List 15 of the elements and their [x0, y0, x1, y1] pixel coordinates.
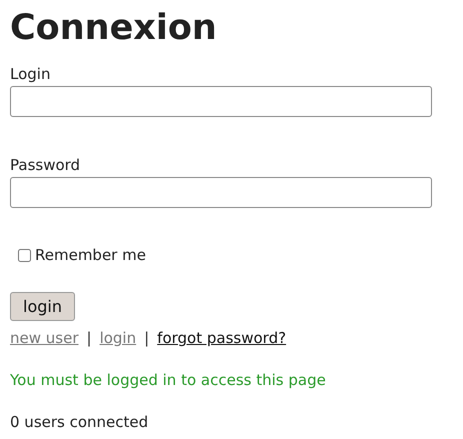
separator: |: [144, 329, 150, 347]
checkbox-label: Remember me: [35, 246, 146, 264]
page-title: Connexion: [10, 7, 218, 50]
field-label: Login: [10, 64, 52, 84]
login-button[interactable]: login: [10, 292, 75, 321]
link[interactable]: new user: [10, 329, 78, 347]
status-text: 0 users connected: [10, 413, 150, 431]
info-message: You must be logged in to access this page: [10, 371, 327, 389]
remember-checkbox[interactable]: [18, 248, 31, 262]
field-label: Password: [10, 155, 82, 175]
link[interactable]: forgot password?: [157, 329, 286, 347]
input-field[interactable]: [10, 86, 432, 117]
link[interactable]: login: [100, 329, 136, 347]
input-field[interactable]: [10, 177, 432, 208]
separator: |: [86, 329, 92, 347]
